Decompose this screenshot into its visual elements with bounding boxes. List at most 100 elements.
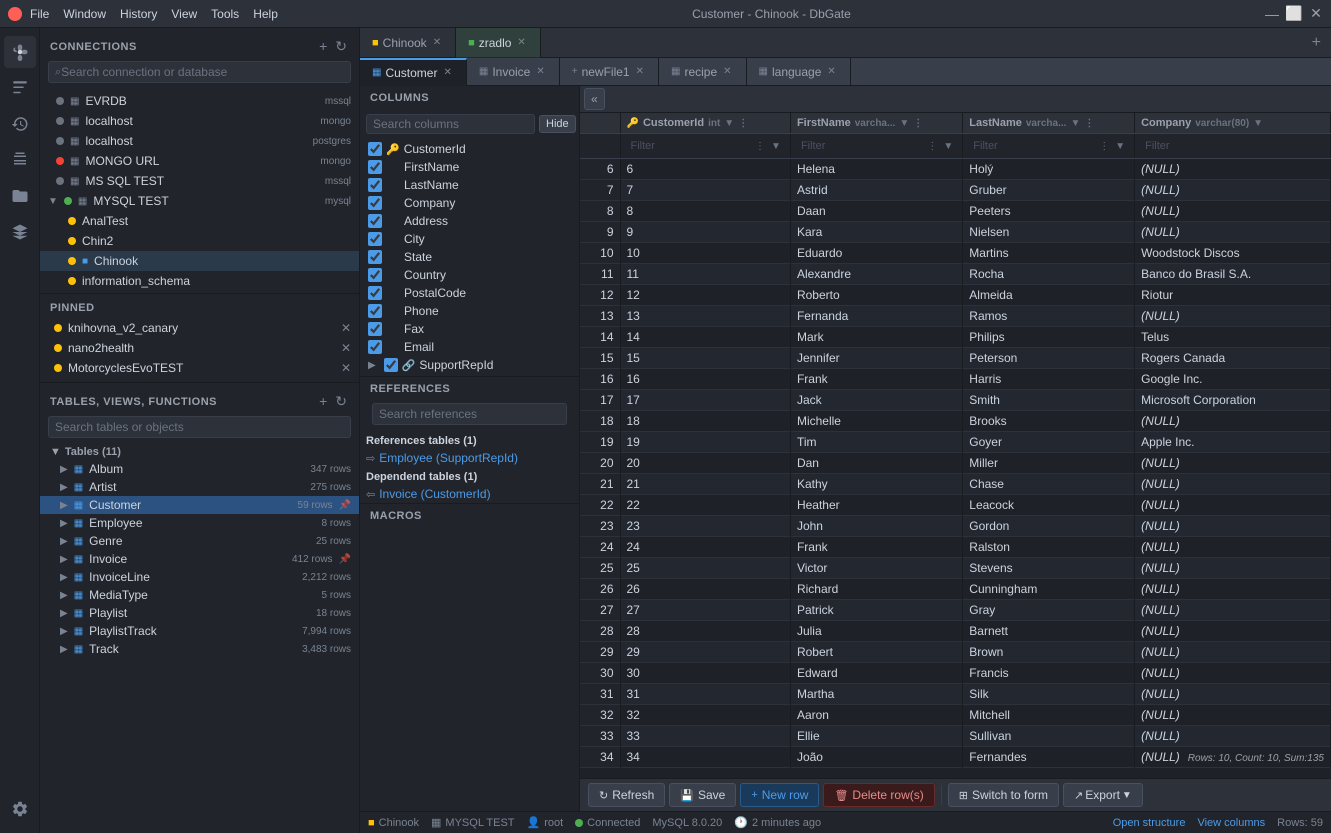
table-row[interactable]: 1414MarkPhilipsTelus — [580, 327, 1331, 348]
col-item-fax[interactable]: Fax — [360, 320, 579, 338]
table-item-genre[interactable]: ▶ ▦ Genre 25 rows — [40, 532, 359, 550]
pinned-nano2health[interactable]: nano2health ✕ — [40, 338, 359, 358]
tab-invoice[interactable]: ▦ Invoice ✕ — [467, 58, 560, 86]
col-item-company[interactable]: Company — [360, 194, 579, 212]
table-row[interactable]: 2222HeatherLeacock(NULL) — [580, 495, 1331, 516]
expand-mysql-test[interactable]: ▼ — [48, 196, 58, 207]
table-expand-employee[interactable]: ▶ — [60, 518, 68, 529]
tab-recipe-close[interactable]: ✕ — [721, 65, 733, 78]
table-row[interactable]: 1111AlexandreRochaBanco do Brasil S.A. — [580, 264, 1331, 285]
cell-customerid[interactable]: 30 — [620, 663, 790, 684]
save-button[interactable]: 💾 Save — [669, 783, 736, 807]
table-row[interactable]: 3232AaronMitchell(NULL) — [580, 705, 1331, 726]
export-caret-icon[interactable]: ▼ — [1122, 790, 1132, 801]
status-user[interactable]: 👤 root — [527, 816, 564, 829]
hide-columns-button[interactable]: Hide — [539, 115, 576, 133]
collapse-panel-button[interactable]: « — [584, 88, 605, 110]
table-item-playlist[interactable]: ▶ ▦ Playlist 18 rows — [40, 604, 359, 622]
activity-history[interactable] — [4, 108, 36, 140]
menu-help[interactable]: Help — [253, 7, 278, 21]
table-row[interactable]: 66HelenaHolý(NULL) — [580, 159, 1331, 180]
pinned-close-nano2health[interactable]: ✕ — [341, 341, 351, 355]
activity-files[interactable] — [4, 180, 36, 212]
table-item-playlisttrack[interactable]: ▶ ▦ PlaylistTrack 7,994 rows — [40, 622, 359, 640]
new-row-button[interactable]: + New row — [740, 783, 819, 807]
cell-customerid[interactable]: 17 — [620, 390, 790, 411]
status-mysql-test[interactable]: ▦ MYSQL TEST — [431, 816, 514, 829]
th-firstname-sort[interactable]: ▼ — [899, 118, 909, 129]
columns-search-input[interactable] — [366, 114, 535, 134]
col-item-customerid[interactable]: 🔑 CustomerId — [360, 140, 579, 158]
status-view-cols[interactable]: View columns — [1197, 817, 1265, 829]
cell-customerid[interactable]: 12 — [620, 285, 790, 306]
table-row[interactable]: 3131MarthaSilk(NULL) — [580, 684, 1331, 705]
tab-language[interactable]: ▦ language ✕ — [747, 58, 851, 86]
cell-customerid[interactable]: 19 — [620, 432, 790, 453]
close-button[interactable]: ✕ — [1309, 7, 1323, 21]
cell-customerid[interactable]: 32 — [620, 705, 790, 726]
conn-mysql-test[interactable]: ▼ ▦ MYSQL TEST mysql — [40, 191, 359, 211]
table-row[interactable]: 2020DanMiller(NULL) — [580, 453, 1331, 474]
conn-mssql-test[interactable]: ▦ MS SQL TEST mssql — [40, 171, 359, 191]
th-lastname-sort[interactable]: ▼ — [1070, 118, 1080, 129]
table-row[interactable]: 1010EduardoMartinsWoodstock Discos — [580, 243, 1331, 264]
cell-customerid[interactable]: 34 — [620, 747, 790, 768]
col-check-email[interactable] — [368, 340, 382, 354]
table-row[interactable]: 2525VictorStevens(NULL) — [580, 558, 1331, 579]
tab-zradlo-close[interactable]: ✕ — [515, 36, 527, 49]
tab-add-button[interactable]: + — [1302, 34, 1331, 52]
cell-customerid[interactable]: 33 — [620, 726, 790, 747]
table-pin-customer[interactable]: 📌 — [339, 500, 351, 511]
refresh-tables-button[interactable]: ↻ — [333, 391, 349, 412]
table-item-album[interactable]: ▶ ▦ Album 347 rows — [40, 460, 359, 478]
cell-customerid[interactable]: 21 — [620, 474, 790, 495]
filter-input-company[interactable] — [1141, 137, 1324, 155]
minimize-button[interactable]: — — [1265, 7, 1279, 21]
table-expand-invoiceline[interactable]: ▶ — [60, 572, 68, 583]
col-item-email[interactable]: Email — [360, 338, 579, 356]
table-item-artist[interactable]: ▶ ▦ Artist 275 rows — [40, 478, 359, 496]
th-company-sort[interactable]: ▼ — [1253, 118, 1263, 129]
col-item-state[interactable]: State — [360, 248, 579, 266]
menu-tools[interactable]: Tools — [211, 7, 239, 21]
menu-window[interactable]: Window — [63, 7, 106, 21]
col-item-lastname[interactable]: LastName — [360, 176, 579, 194]
col-item-supportrepid[interactable]: ▶ 🔗 SupportRepId — [360, 356, 579, 374]
tables-search-input[interactable] — [55, 420, 344, 434]
dep-invoice-link[interactable]: ⇦ Invoice (CustomerId) — [360, 485, 579, 503]
cell-customerid[interactable]: 7 — [620, 180, 790, 201]
cell-customerid[interactable]: 18 — [620, 411, 790, 432]
table-row[interactable]: 1212RobertoAlmeidaRiotur — [580, 285, 1331, 306]
conn-evrdb[interactable]: ▦ EVRDB mssql — [40, 91, 359, 111]
col-check-fax[interactable] — [368, 322, 382, 336]
col-check-address[interactable] — [368, 214, 382, 228]
table-row[interactable]: 2626RichardCunningham(NULL) — [580, 579, 1331, 600]
refresh-button[interactable]: ↻ Refresh — [588, 783, 665, 807]
tab-zradlo[interactable]: ■ zradlo ✕ — [456, 28, 541, 58]
table-item-customer[interactable]: ▶ ▦ Customer 59 rows 📌 — [40, 496, 359, 514]
filter-toggle-customerid[interactable]: ▼ — [768, 141, 784, 152]
tables-group-header[interactable]: ▼ Tables (11) — [40, 442, 359, 460]
th-customerid-sort[interactable]: ▼ — [724, 118, 734, 129]
col-check-country[interactable] — [368, 268, 382, 282]
table-expand-mediatype[interactable]: ▶ — [60, 590, 68, 601]
tab-chinook[interactable]: ■ Chinook ✕ — [360, 28, 456, 58]
cell-customerid[interactable]: 15 — [620, 348, 790, 369]
maximize-button[interactable]: ⬜ — [1287, 7, 1301, 21]
col-check-supportrepid[interactable] — [384, 358, 398, 372]
pinned-knihovna[interactable]: knihovna_v2_canary ✕ — [40, 318, 359, 338]
activity-layers[interactable] — [4, 216, 36, 248]
tab-recipe[interactable]: ▦ recipe ✕ — [659, 58, 747, 86]
tab-customer-close[interactable]: ✕ — [441, 66, 453, 79]
db-chin2[interactable]: Chin2 — [40, 231, 359, 251]
menu-file[interactable]: File — [30, 7, 49, 21]
db-info-schema[interactable]: information_schema — [40, 271, 359, 291]
export-button[interactable]: ↗ Export ▼ — [1063, 783, 1143, 807]
conn-localhost-mongo[interactable]: ▦ localhost mongo — [40, 111, 359, 131]
cell-customerid[interactable]: 29 — [620, 642, 790, 663]
cell-customerid[interactable]: 9 — [620, 222, 790, 243]
col-check-city[interactable] — [368, 232, 382, 246]
col-item-phone[interactable]: Phone — [360, 302, 579, 320]
filter-input-firstname[interactable] — [797, 137, 924, 155]
table-expand-artist[interactable]: ▶ — [60, 482, 68, 493]
